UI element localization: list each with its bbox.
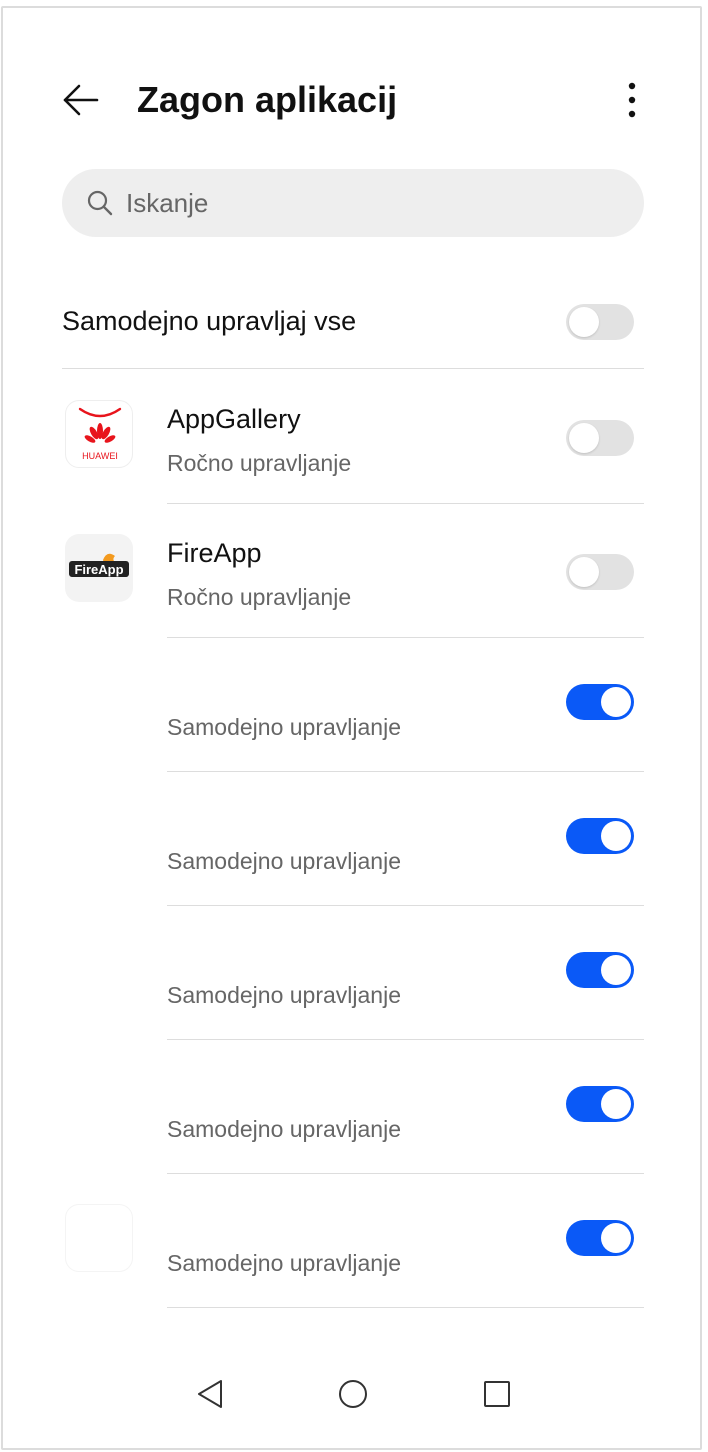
app-row[interactable]: Samodejno upravljanje xyxy=(3,638,700,772)
page-title: Zagon aplikacij xyxy=(137,79,398,120)
back-button[interactable] xyxy=(61,80,101,120)
app-status: Ročno upravljanje xyxy=(167,584,352,610)
app-row-appgallery[interactable]: HUAWEI AppGallery Ročno upravljanje xyxy=(3,370,700,504)
arrow-left-icon xyxy=(63,84,99,116)
app-row[interactable]: Samodejno upravljanje xyxy=(3,772,700,906)
app-status: Samodejno upravljanje xyxy=(167,982,401,1008)
app-status: Samodejno upravljanje xyxy=(167,714,401,740)
app-toggle-fireapp[interactable] xyxy=(566,554,634,590)
fireapp-icon: FireApp xyxy=(65,534,133,602)
toggle-knob xyxy=(601,1089,631,1119)
app-toggle[interactable] xyxy=(566,818,634,854)
toggle-knob xyxy=(601,821,631,851)
search-icon xyxy=(87,190,113,216)
toggle-knob xyxy=(569,307,599,337)
app-icon xyxy=(65,668,133,736)
nav-home-circle-icon xyxy=(339,1380,367,1408)
app-icon xyxy=(65,936,133,1004)
app-row[interactable]: Samodejno upravljanje xyxy=(3,1040,700,1174)
nav-back-button[interactable] xyxy=(191,1374,231,1414)
app-status: Ročno upravljanje xyxy=(167,450,352,476)
toggle-knob xyxy=(601,955,631,985)
app-status: Samodejno upravljanje xyxy=(167,1116,401,1142)
nav-recents-button[interactable] xyxy=(477,1374,517,1414)
auto-manage-all-label: Samodejno upravljaj vse xyxy=(62,306,357,336)
app-toggle[interactable] xyxy=(566,1086,634,1122)
svg-text:FireApp: FireApp xyxy=(74,562,123,577)
toggle-knob xyxy=(569,423,599,453)
app-icon xyxy=(65,1070,133,1138)
nav-recents-square-icon xyxy=(484,1381,510,1407)
app-toggle-appgallery[interactable] xyxy=(566,420,634,456)
header: Zagon aplikacij xyxy=(3,70,700,130)
more-vertical-icon xyxy=(628,82,636,118)
app-status: Samodejno upravljanje xyxy=(167,848,401,874)
app-row[interactable]: Samodejno upravljanje xyxy=(3,906,700,1040)
toggle-knob xyxy=(569,557,599,587)
toggle-knob xyxy=(601,687,631,717)
auto-manage-all-toggle[interactable] xyxy=(566,304,634,340)
app-toggle[interactable] xyxy=(566,684,634,720)
app-name: FireApp xyxy=(167,538,262,568)
appgallery-icon: HUAWEI xyxy=(65,400,133,468)
system-navigation-bar xyxy=(3,1370,700,1448)
app-name: AppGallery xyxy=(167,404,301,434)
nav-home-button[interactable] xyxy=(333,1374,373,1414)
search-input[interactable] xyxy=(126,169,606,237)
screen-frame: Zagon aplikacij Samodejno upravljaj vse xyxy=(1,6,702,1450)
app-toggle[interactable] xyxy=(566,1220,634,1256)
more-options-button[interactable] xyxy=(617,76,647,124)
auto-manage-all-row[interactable]: Samodejno upravljaj vse xyxy=(62,288,644,369)
app-status: Samodejno upravljanje xyxy=(167,1250,401,1276)
app-row-fireapp[interactable]: FireApp FireApp Ročno upravljanje xyxy=(3,504,700,638)
search-bar[interactable] xyxy=(62,169,644,237)
app-icon xyxy=(65,802,133,870)
nav-back-triangle-icon xyxy=(198,1380,222,1408)
svg-text:HUAWEI: HUAWEI xyxy=(82,451,118,461)
toggle-knob xyxy=(601,1223,631,1253)
app-icon xyxy=(65,1204,133,1272)
app-row[interactable]: Samodejno upravljanje xyxy=(3,1174,700,1308)
app-toggle[interactable] xyxy=(566,952,634,988)
row-divider xyxy=(167,1307,644,1308)
